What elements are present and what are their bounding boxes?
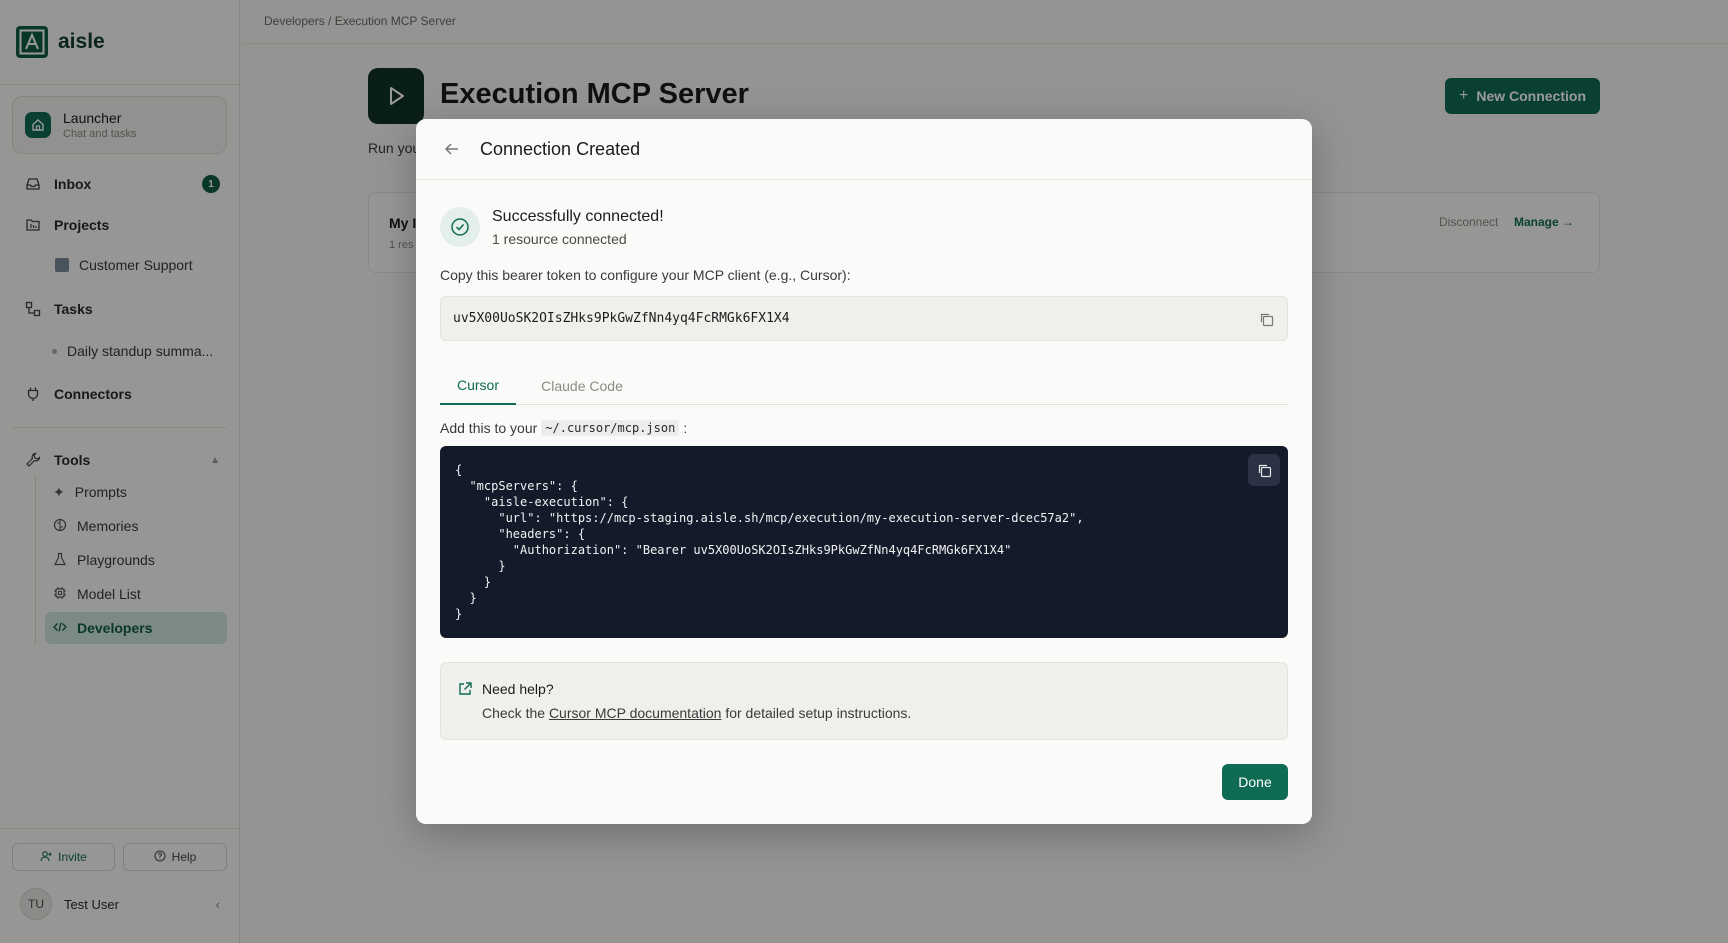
external-link-icon bbox=[457, 681, 473, 697]
help-title: Need help? bbox=[482, 681, 554, 697]
config-prefix: Add this to your bbox=[440, 420, 538, 436]
config-suffix: : bbox=[683, 420, 688, 436]
config-instruction: Add this to your ~/.cursor/mcp.json : bbox=[440, 420, 687, 436]
check-circle-icon bbox=[440, 207, 480, 247]
config-path: ~/.cursor/mcp.json bbox=[541, 420, 680, 436]
token-instruction: Copy this bearer token to configure your… bbox=[440, 267, 851, 283]
token-field[interactable]: uv5X00UoSK2OIsZHks9PkGwZfNn4yq4FcRMGk6FX… bbox=[440, 296, 1288, 341]
connection-created-dialog: Connection Created Successfully connecte… bbox=[416, 119, 1312, 824]
modal-title: Connection Created bbox=[480, 139, 641, 159]
done-button[interactable]: Done bbox=[1222, 764, 1288, 800]
help-prefix: Check the bbox=[482, 705, 546, 721]
help-box: Need help? Check the Cursor MCP document… bbox=[440, 662, 1288, 740]
help-text: Check the Cursor MCP documentation for d… bbox=[482, 705, 911, 721]
cursor-docs-link[interactable]: Cursor MCP documentation bbox=[549, 705, 721, 721]
config-code-block: { "mcpServers": { "aisle-execution": { "… bbox=[440, 446, 1288, 638]
help-suffix: for detailed setup instructions. bbox=[725, 705, 912, 721]
success-title: Successfully connected! bbox=[492, 208, 664, 225]
modal-header: Connection Created bbox=[416, 119, 1312, 180]
client-tabs: Cursor Claude Code bbox=[440, 366, 1288, 405]
config-json: { "mcpServers": { "aisle-execution": { "… bbox=[455, 463, 1084, 621]
copy-token-icon[interactable] bbox=[1255, 308, 1277, 330]
success-subtitle: 1 resource connected bbox=[492, 231, 627, 247]
tab-claude-code[interactable]: Claude Code bbox=[528, 366, 636, 405]
bearer-token: uv5X00UoSK2OIsZHks9PkGwZfNn4yq4FcRMGk6FX… bbox=[453, 311, 790, 326]
copy-config-icon[interactable] bbox=[1248, 454, 1280, 486]
back-arrow-icon[interactable] bbox=[440, 137, 464, 161]
tab-cursor[interactable]: Cursor bbox=[440, 366, 516, 405]
